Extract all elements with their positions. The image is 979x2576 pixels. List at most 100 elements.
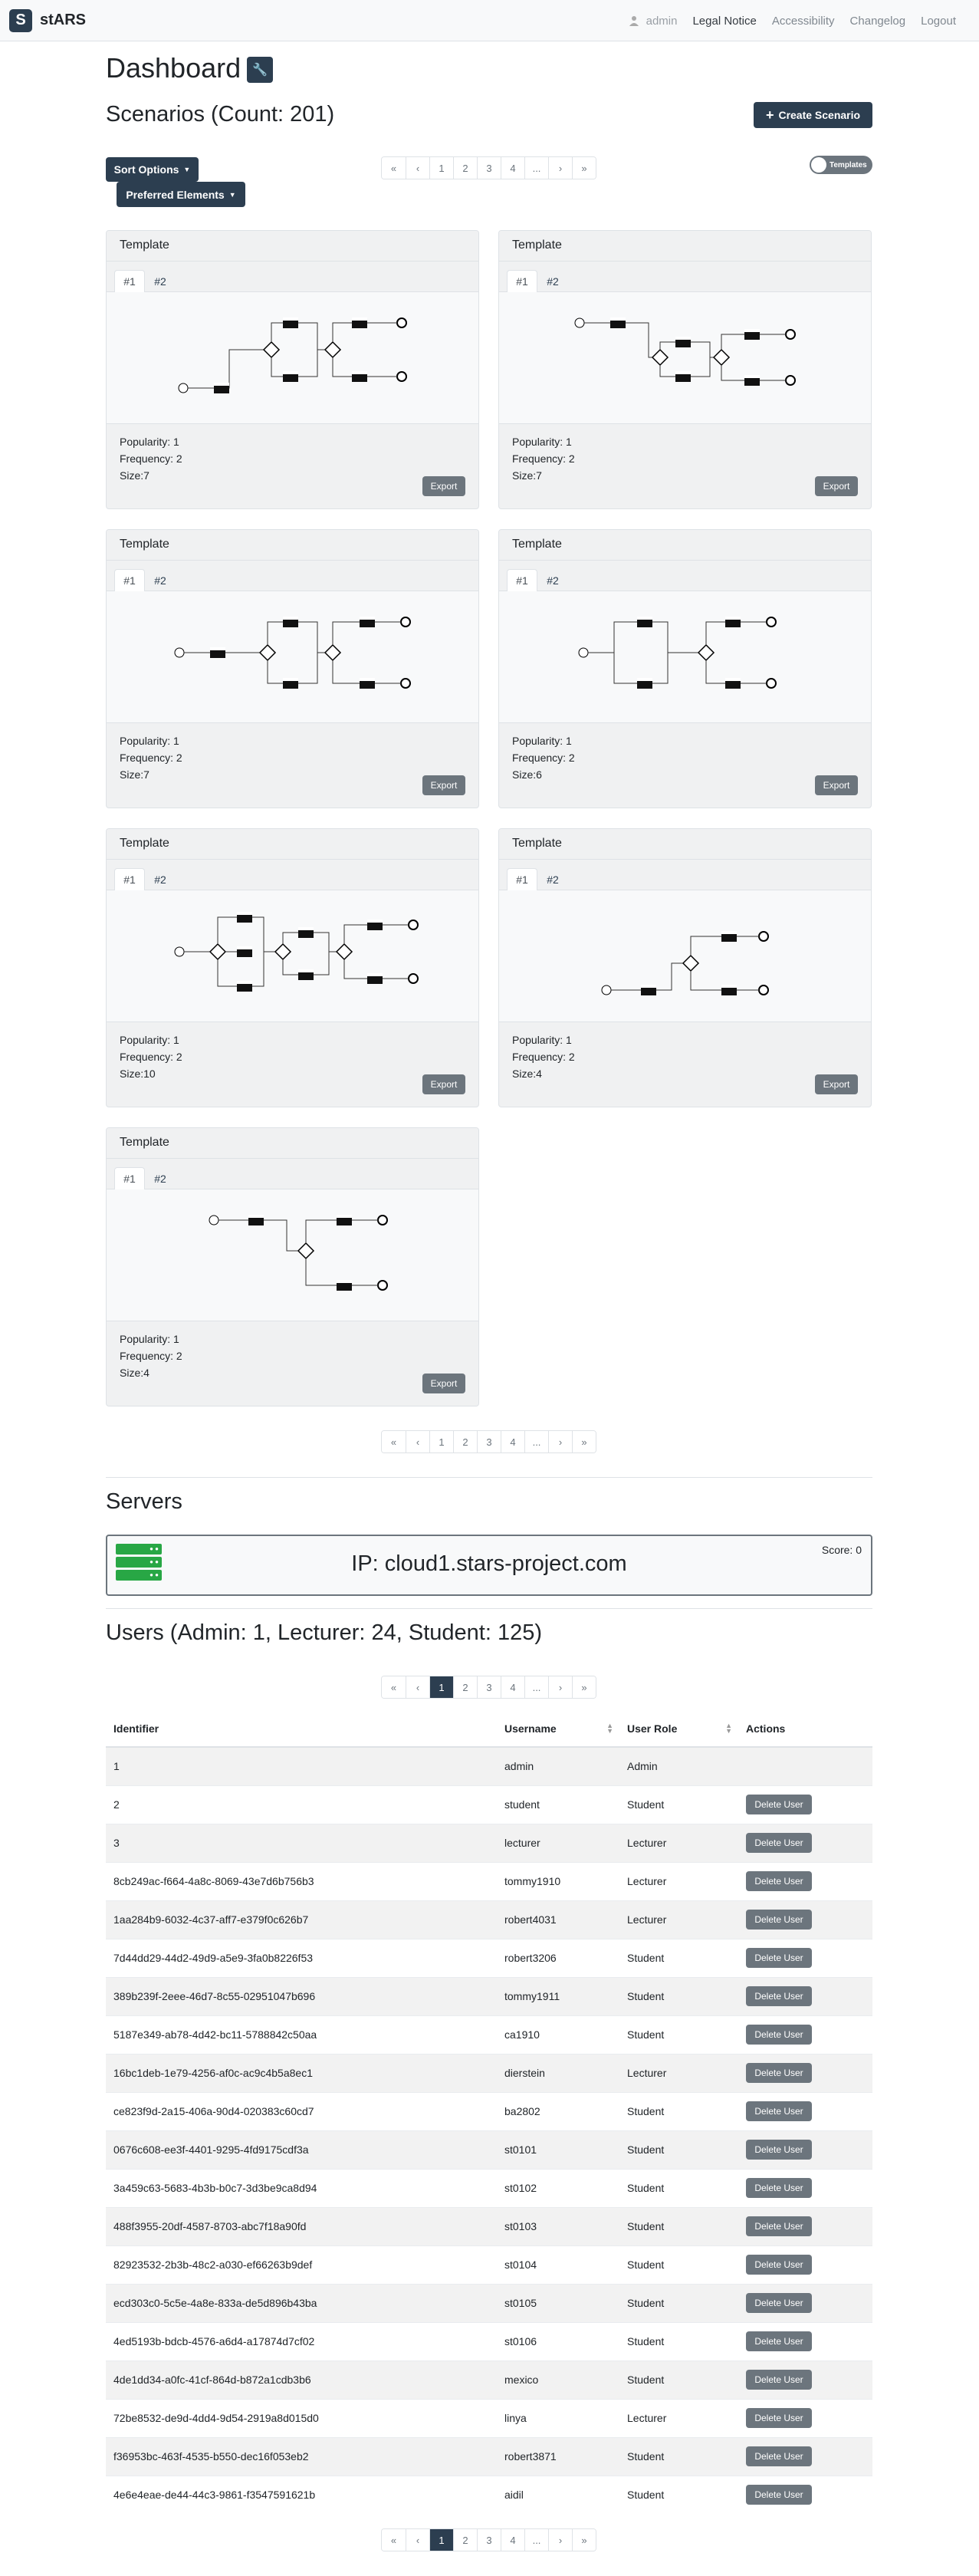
tab-1[interactable]: #1 bbox=[114, 569, 145, 592]
delete-user-button[interactable]: Delete User bbox=[746, 1871, 812, 1891]
page-link[interactable]: 3 bbox=[477, 157, 501, 179]
page-link[interactable]: ... bbox=[524, 1676, 548, 1698]
page-link[interactable]: › bbox=[548, 2529, 572, 2551]
page-link[interactable]: › bbox=[548, 1431, 572, 1452]
page-link[interactable]: ... bbox=[524, 2529, 548, 2551]
delete-user-button[interactable]: Delete User bbox=[746, 2370, 812, 2390]
page-link[interactable]: › bbox=[548, 157, 572, 179]
frequency: Frequency: 2 bbox=[120, 1350, 182, 1362]
tab-1[interactable]: #1 bbox=[114, 270, 145, 293]
page-link[interactable]: « bbox=[382, 1431, 406, 1452]
page-link[interactable]: 3 bbox=[477, 1676, 501, 1698]
delete-user-button[interactable]: Delete User bbox=[746, 1795, 812, 1814]
delete-user-button[interactable]: Delete User bbox=[746, 2255, 812, 2275]
tab-1[interactable]: #1 bbox=[507, 868, 537, 891]
page-link[interactable]: » bbox=[572, 1431, 596, 1452]
diagram-area[interactable] bbox=[107, 1189, 478, 1321]
delete-user-button[interactable]: Delete User bbox=[746, 1948, 812, 1968]
page-link[interactable]: 4 bbox=[501, 1676, 524, 1698]
create-scenario-button[interactable]: + Create Scenario bbox=[754, 102, 872, 128]
templates-toggle[interactable]: Templates bbox=[810, 156, 872, 174]
diagram-area[interactable] bbox=[107, 890, 478, 1022]
tab-2[interactable]: #2 bbox=[537, 270, 568, 293]
tab-2[interactable]: #2 bbox=[537, 569, 568, 592]
brand[interactable]: S stARS bbox=[9, 8, 86, 32]
export-button[interactable]: Export bbox=[422, 1374, 465, 1393]
cell-username: robert3871 bbox=[497, 2436, 619, 2476]
page-link[interactable]: ‹ bbox=[406, 1431, 429, 1452]
delete-user-button[interactable]: Delete User bbox=[746, 2293, 812, 2313]
nav-accessibility[interactable]: Accessibility bbox=[772, 15, 835, 28]
page-link[interactable]: « bbox=[382, 2529, 406, 2551]
delete-user-button[interactable]: Delete User bbox=[746, 2140, 812, 2160]
delete-user-button[interactable]: Delete User bbox=[746, 2216, 812, 2236]
export-button[interactable]: Export bbox=[422, 476, 465, 496]
page-link[interactable]: 2 bbox=[453, 1431, 477, 1452]
delete-user-button[interactable]: Delete User bbox=[746, 2331, 812, 2351]
diagram-area[interactable] bbox=[499, 591, 871, 723]
page-link[interactable]: ‹ bbox=[406, 2529, 429, 2551]
delete-user-button[interactable]: Delete User bbox=[746, 2101, 812, 2121]
page-link[interactable]: 1 bbox=[429, 157, 453, 179]
col-username[interactable]: Username ▲ ▼ bbox=[497, 1710, 619, 1748]
delete-user-button[interactable]: Delete User bbox=[746, 1833, 812, 1853]
tab-1[interactable]: #1 bbox=[507, 270, 537, 293]
delete-user-button[interactable]: Delete User bbox=[746, 2446, 812, 2466]
export-button[interactable]: Export bbox=[815, 1074, 858, 1094]
page-link[interactable]: ‹ bbox=[406, 1676, 429, 1698]
tab-2[interactable]: #2 bbox=[145, 1167, 176, 1190]
tab-1[interactable]: #1 bbox=[507, 569, 537, 592]
page-link[interactable]: » bbox=[572, 157, 596, 179]
tab-1[interactable]: #1 bbox=[114, 868, 145, 891]
delete-user-button[interactable]: Delete User bbox=[746, 2025, 812, 2045]
export-button[interactable]: Export bbox=[815, 476, 858, 496]
delete-user-button[interactable]: Delete User bbox=[746, 1986, 812, 2006]
page-link[interactable]: 3 bbox=[477, 2529, 501, 2551]
tab-2[interactable]: #2 bbox=[145, 868, 176, 891]
diagram-area[interactable] bbox=[499, 890, 871, 1022]
tab-2[interactable]: #2 bbox=[145, 569, 176, 592]
page-link[interactable]: 2 bbox=[453, 2529, 477, 2551]
page-link[interactable]: » bbox=[572, 2529, 596, 2551]
page-link[interactable]: » bbox=[572, 1676, 596, 1698]
delete-user-button[interactable]: Delete User bbox=[746, 2063, 812, 2083]
page-link[interactable]: 4 bbox=[501, 2529, 524, 2551]
tab-1[interactable]: #1 bbox=[114, 1167, 145, 1190]
nav-legal-notice[interactable]: Legal Notice bbox=[692, 15, 756, 28]
page-link[interactable]: 4 bbox=[501, 1431, 524, 1452]
delete-user-button[interactable]: Delete User bbox=[746, 2485, 812, 2505]
col-identifier[interactable]: Identifier bbox=[106, 1710, 497, 1748]
delete-user-button[interactable]: Delete User bbox=[746, 2408, 812, 2428]
export-button[interactable]: Export bbox=[422, 1074, 465, 1094]
page-link[interactable]: « bbox=[382, 1676, 406, 1698]
page-link[interactable]: 2 bbox=[453, 157, 477, 179]
page-link[interactable]: 1 bbox=[429, 1676, 453, 1698]
page-link[interactable]: 1 bbox=[429, 1431, 453, 1452]
server-card[interactable]: IP: cloud1.stars-project.com Score: 0 bbox=[106, 1535, 872, 1596]
sort-options-dropdown[interactable]: Sort Options ▼ bbox=[106, 157, 199, 182]
diagram-area[interactable] bbox=[499, 292, 871, 424]
diagram-area[interactable] bbox=[107, 292, 478, 424]
page-link[interactable]: 4 bbox=[501, 157, 524, 179]
page-link[interactable]: ... bbox=[524, 157, 548, 179]
diagram-area[interactable] bbox=[107, 591, 478, 723]
col-user-role[interactable]: User Role ▲ ▼ bbox=[619, 1710, 738, 1748]
page-link[interactable]: 1 bbox=[429, 2529, 453, 2551]
delete-user-button[interactable]: Delete User bbox=[746, 1910, 812, 1930]
export-button[interactable]: Export bbox=[422, 775, 465, 795]
cell-user-role: Lecturer bbox=[619, 1900, 738, 1939]
export-button[interactable]: Export bbox=[815, 775, 858, 795]
page-link[interactable]: ... bbox=[524, 1431, 548, 1452]
edit-wrench-button[interactable]: 🔧 bbox=[247, 57, 274, 84]
tab-2[interactable]: #2 bbox=[537, 868, 568, 891]
delete-user-button[interactable]: Delete User bbox=[746, 2178, 812, 2198]
tab-2[interactable]: #2 bbox=[145, 270, 176, 293]
page-link[interactable]: › bbox=[548, 1676, 572, 1698]
nav-changelog[interactable]: Changelog bbox=[850, 15, 906, 28]
page-link[interactable]: « bbox=[382, 157, 406, 179]
page-link[interactable]: ‹ bbox=[406, 157, 429, 179]
nav-logout[interactable]: Logout bbox=[921, 15, 956, 28]
page-link[interactable]: 2 bbox=[453, 1676, 477, 1698]
preferred-elements-dropdown[interactable]: Preferred Elements ▼ bbox=[117, 182, 245, 207]
page-link[interactable]: 3 bbox=[477, 1431, 501, 1452]
